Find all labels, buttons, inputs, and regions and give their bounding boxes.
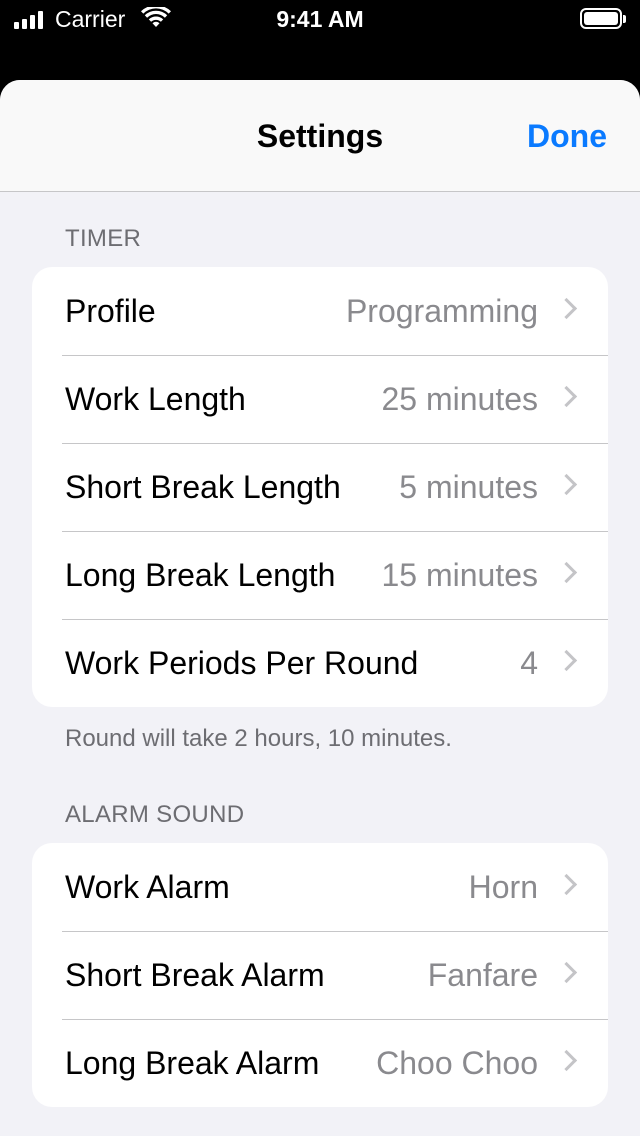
chevron-right-icon [555,561,578,584]
row-value: 15 minutes [381,556,538,593]
chevron-right-icon [555,1049,578,1072]
row-long-break-length[interactable]: Long Break Length 15 minutes [32,531,608,619]
row-value: 5 minutes [399,468,538,505]
row-short-break-length[interactable]: Short Break Length 5 minutes [32,443,608,531]
row-value: Fanfare [427,956,538,993]
settings-sheet: Settings Done TIMER Profile Programming … [0,80,640,1136]
row-label: Long Break Length [65,556,336,593]
battery-icon [580,8,626,29]
row-value: Programming [345,292,538,329]
status-time: 9:41 AM [276,6,364,32]
row-label: Short Break Length [65,468,341,505]
row-label: Long Break Alarm [65,1044,320,1081]
row-value: Horn [468,868,538,905]
round-duration-note: Round will take 2 hours, 10 minutes. [65,725,452,752]
status-bar: Carrier 9:41 AM [0,0,640,40]
chevron-right-icon [555,297,578,320]
row-label: Short Break Alarm [65,956,325,993]
chevron-right-icon [555,649,578,672]
row-short-break-alarm[interactable]: Short Break Alarm Fanfare [32,931,608,1019]
row-work-periods-per-round[interactable]: Work Periods Per Round 4 [32,619,608,707]
screen: Carrier 9:41 AM Settings Done TIMER Prof… [0,0,640,1136]
row-value: Choo Choo [376,1044,538,1081]
timer-group: Profile Programming Work Length 25 minut… [32,267,608,707]
row-label: Work Length [65,380,246,417]
section-header-timer: TIMER [65,225,142,252]
row-label: Profile [65,292,156,329]
row-work-length[interactable]: Work Length 25 minutes [32,355,608,443]
row-value: 4 [520,644,538,681]
row-label: Work Alarm [65,868,230,905]
navigation-bar: Settings Done [0,80,640,192]
done-button[interactable]: Done [527,118,607,155]
row-profile[interactable]: Profile Programming [32,267,608,355]
section-header-alarm-sound: ALARM SOUND [65,801,245,828]
chevron-right-icon [555,873,578,896]
row-label: Work Periods Per Round [65,644,419,681]
chevron-right-icon [555,961,578,984]
row-work-alarm[interactable]: Work Alarm Horn [32,843,608,931]
row-long-break-alarm[interactable]: Long Break Alarm Choo Choo [32,1019,608,1107]
chevron-right-icon [555,385,578,408]
alarm-group: Work Alarm Horn Short Break Alarm Fanfar… [32,843,608,1107]
row-value: 25 minutes [381,380,538,417]
chevron-right-icon [555,473,578,496]
